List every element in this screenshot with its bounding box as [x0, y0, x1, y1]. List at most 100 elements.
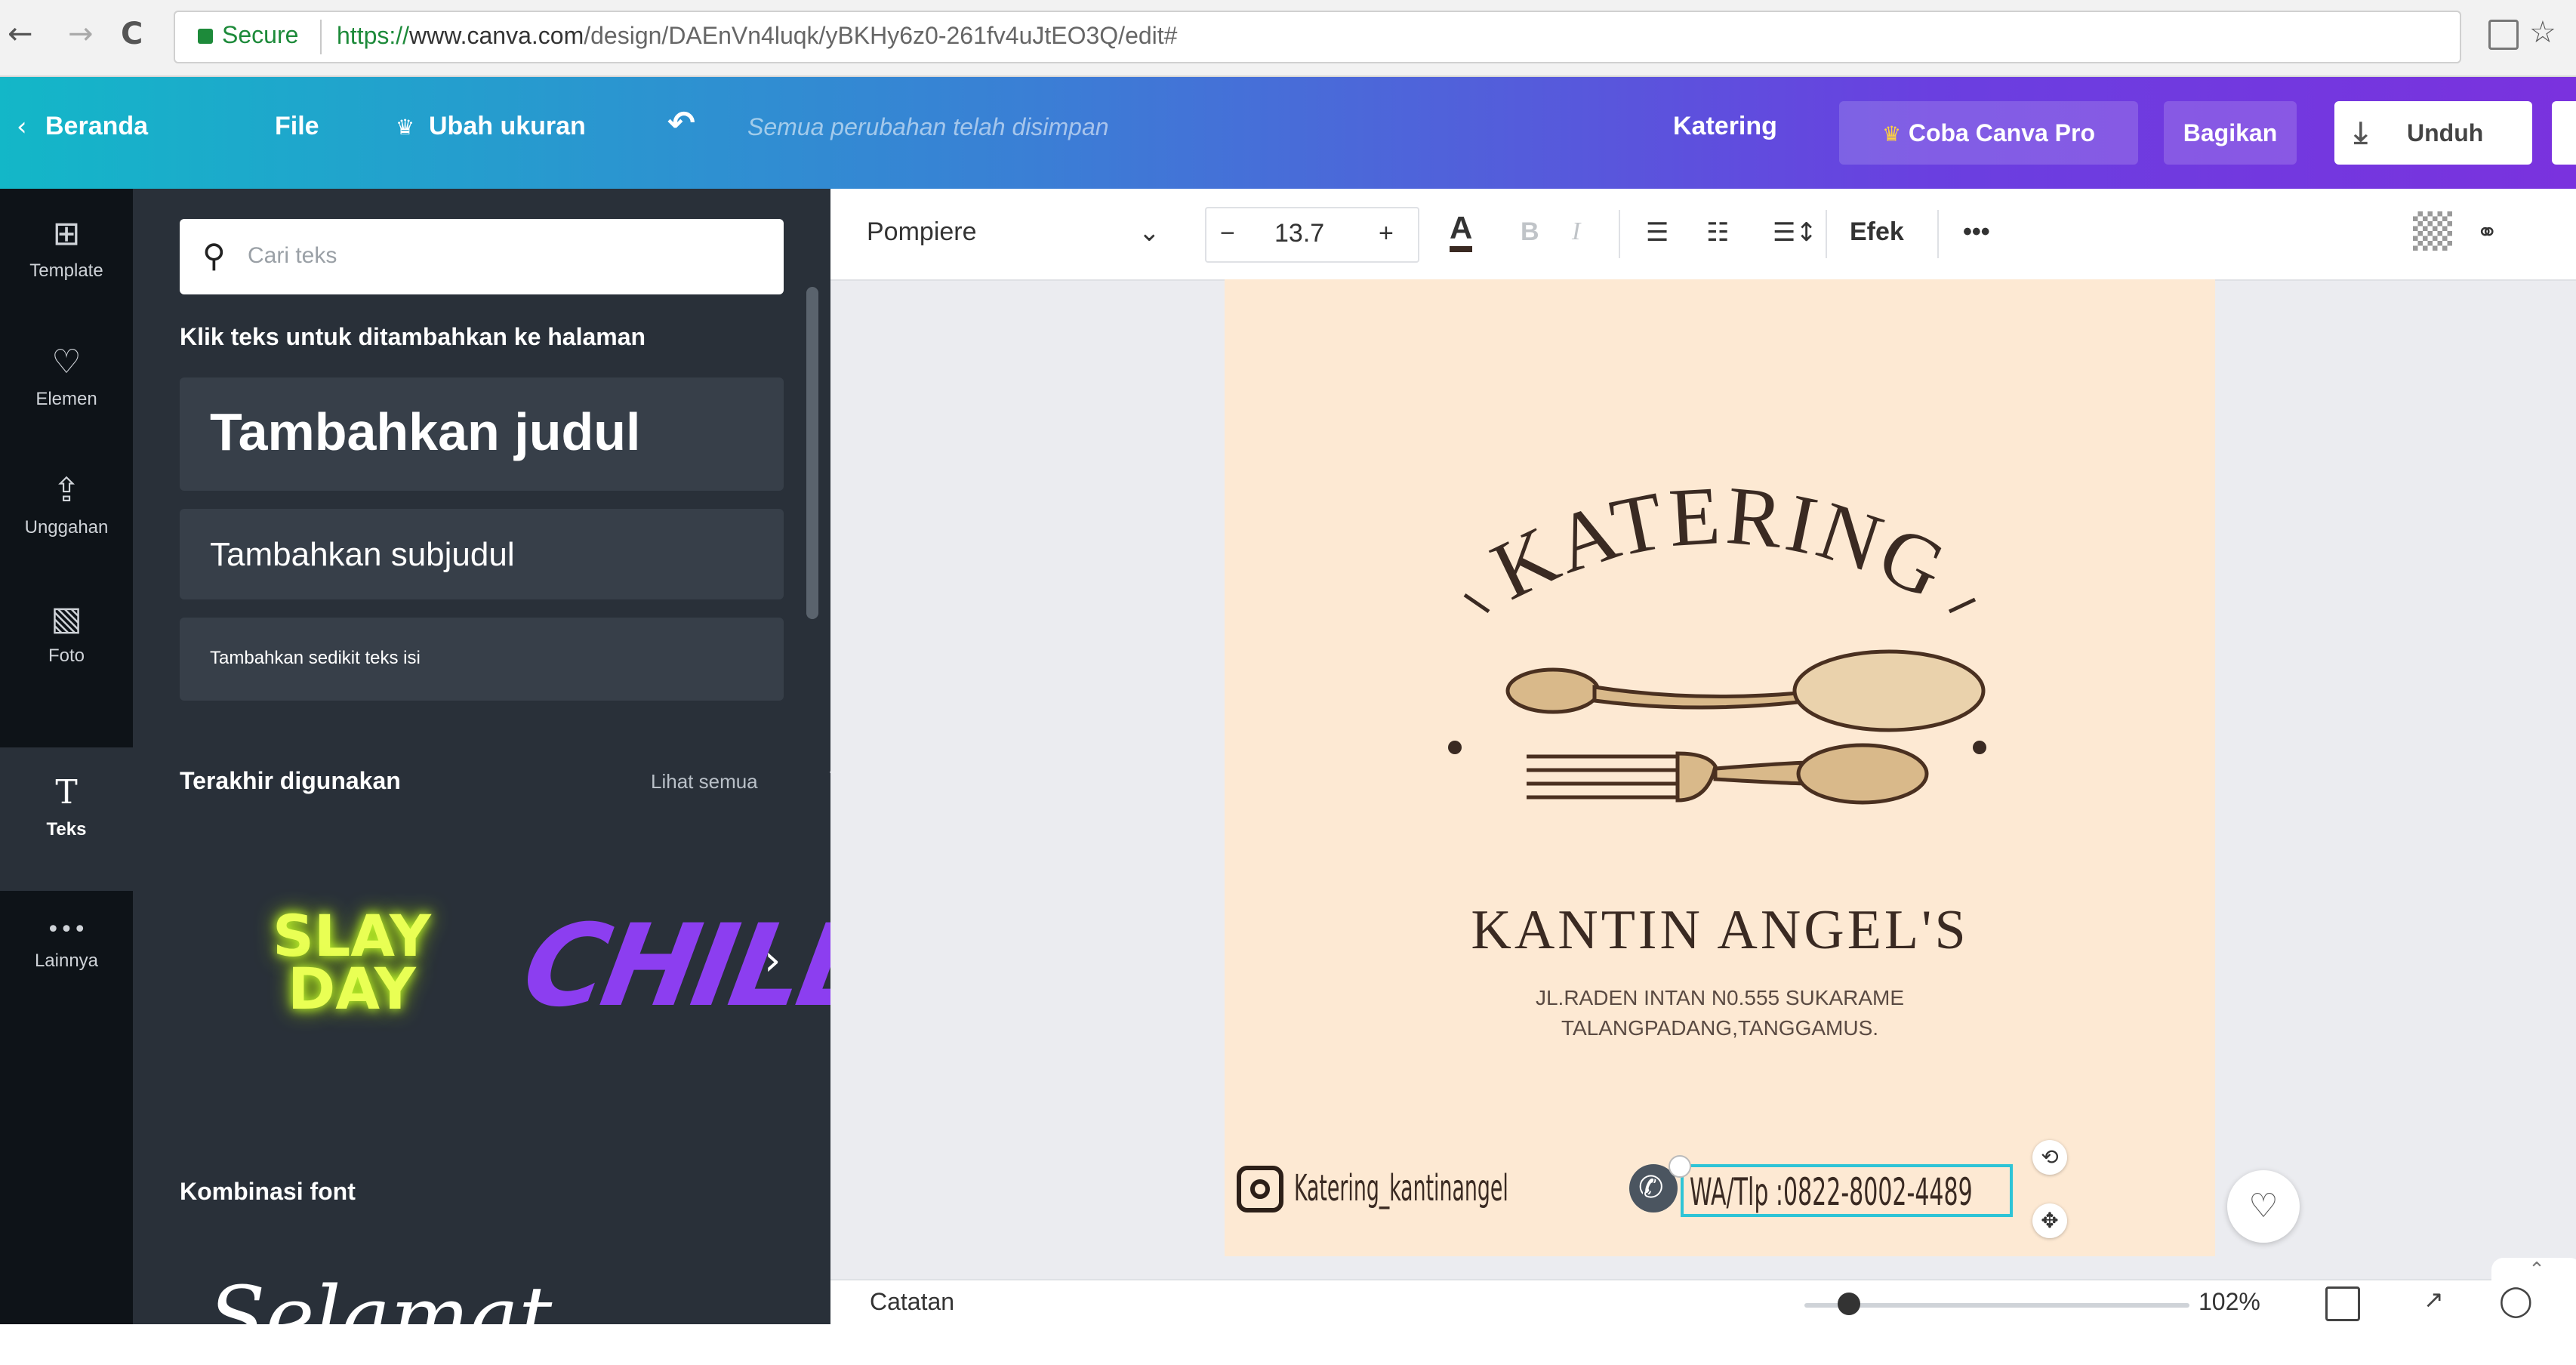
share-button[interactable]: Bagikan — [2164, 101, 2297, 165]
chevron-down-icon[interactable]: ⌄ — [1139, 217, 1160, 248]
effects-button[interactable]: Efek — [1850, 217, 1904, 247]
selected-text-box[interactable]: WA/Tlp :0822-8002-4489 — [1681, 1164, 2013, 1217]
design-title[interactable]: Katering — [1673, 112, 1777, 141]
expand-pages-tab[interactable]: ⌃ — [2491, 1258, 2576, 1285]
chevron-right-icon[interactable]: › — [764, 936, 781, 985]
save-status: Semua perubahan telah disimpan — [747, 113, 1109, 140]
help-icon[interactable]: ◯ — [2499, 1283, 2533, 1318]
text-search[interactable]: ⚲ Cari teks — [180, 219, 784, 294]
try-pro-button[interactable]: ♛ Coba Canva Pro — [1839, 101, 2138, 165]
font-family-select[interactable]: Pompiere — [867, 217, 977, 247]
business-name[interactable]: KANTIN ANGEL'S — [1225, 898, 2215, 963]
add-heading-button[interactable]: Tambahkan judul — [180, 377, 784, 491]
shapes-icon: ♡ — [51, 343, 82, 381]
browser-toolbar: ← → C Secure https://www.canva.com/desig… — [0, 0, 2576, 77]
upload-cloud-icon: ⇪ — [52, 471, 81, 510]
add-body-text-button[interactable]: Tambahkan sedikit teks isi — [180, 618, 784, 701]
toolbar-divider — [1937, 210, 1939, 258]
font-combo-preview[interactable]: Selamat — [208, 1268, 552, 1365]
link-icon[interactable]: ⚭ — [2476, 217, 2498, 248]
recent-text-style-slay-day[interactable]: SLAY DAY — [231, 907, 473, 1061]
text-color-button[interactable]: A — [1450, 210, 1473, 252]
text-panel: ⚲ Cari teks Klik teks untuk ditambahkan … — [133, 189, 879, 1365]
logo-artwork: KATERING — [1448, 469, 1986, 805]
notes-button[interactable]: Catatan — [870, 1288, 954, 1316]
font-size-stepper: − 13.7 + — [1205, 207, 1419, 263]
spoon-illustration — [1505, 649, 1986, 732]
transparency-icon[interactable] — [2413, 211, 2452, 251]
phone-number[interactable]: WA/Tlp :0822-8002-4489 — [1690, 1170, 1973, 1214]
decrease-font-size-button[interactable]: − — [1220, 219, 1235, 248]
instagram-handle[interactable]: Katering_kantinangel — [1294, 1167, 1508, 1209]
address-line-1[interactable]: JL.RADEN INTAN N0.555 SUKARAME — [1225, 986, 2215, 1010]
back-arrow-icon[interactable]: ← — [8, 17, 33, 51]
zoom-slider[interactable] — [1804, 1303, 2189, 1308]
fork-illustration — [1527, 743, 1929, 805]
zoom-level[interactable]: 102% — [2199, 1288, 2260, 1316]
dot-right — [1973, 741, 1986, 754]
comment-icon[interactable]: ♡ — [2227, 1170, 2300, 1243]
panel-instruction: Klik teks untuk ditambahkan ke halaman — [180, 323, 646, 350]
more-button[interactable] — [2552, 101, 2576, 165]
address-divider — [320, 20, 322, 54]
address-bar[interactable]: Secure https://www.canva.com/design/DAEn… — [174, 11, 2461, 63]
italic-button[interactable]: I — [1572, 217, 1580, 246]
toolbar-divider — [1619, 210, 1620, 258]
zoom-slider-knob[interactable] — [1838, 1293, 1860, 1315]
side-rail: ⊞ Template ♡ Elemen ⇪ Unggahan ▧ Foto T Teks … — [0, 189, 133, 1324]
dot-left — [1448, 741, 1462, 754]
address-line-2[interactable]: TALANGPADANG,TANGGAMUS. — [1225, 1016, 2215, 1040]
undo-icon[interactable]: ↶ — [667, 104, 695, 143]
crown-icon: ♛ — [1881, 122, 1909, 146]
bold-button[interactable]: B — [1521, 217, 1539, 247]
translate-icon[interactable] — [2488, 20, 2519, 50]
rail-more[interactable]: ••• Lainnya — [0, 891, 133, 1019]
reload-icon[interactable]: C — [121, 17, 143, 51]
secure-indicator[interactable]: Secure — [198, 21, 298, 49]
rail-uploads[interactable]: ⇪ Unggahan — [0, 445, 133, 574]
rotate-icon[interactable]: ⟲ — [2032, 1140, 2067, 1175]
search-input[interactable]: Cari teks — [248, 243, 337, 269]
text-toolbar: Pompiere ⌄ − 13.7 + A B I ☰ ☷ ☰↕ Efek ••… — [830, 189, 2576, 281]
page-grid-icon[interactable] — [2325, 1286, 2360, 1321]
add-subheading-button[interactable]: Tambahkan subjudul — [180, 509, 784, 599]
more-options-button[interactable]: ••• — [1963, 217, 1990, 247]
rail-template[interactable]: ⊞ Template — [0, 189, 133, 317]
rail-photos[interactable]: ▧ Foto — [0, 574, 133, 702]
resize-handle[interactable] — [1669, 1155, 1691, 1178]
home-link[interactable]: Beranda — [45, 112, 148, 141]
instagram-icon[interactable] — [1237, 1166, 1283, 1212]
editor-header: ‹ Beranda File ♛ Ubah ukuran ↶ Semua per… — [0, 77, 2576, 189]
download-icon: ⤓ — [2354, 116, 2368, 150]
list-icon[interactable]: ☷ — [1706, 217, 1729, 248]
file-menu[interactable]: File — [275, 112, 319, 141]
align-center-icon[interactable]: ☰ — [1646, 217, 1669, 248]
template-icon: ⊞ — [52, 214, 81, 253]
bookmark-star-icon[interactable]: ☆ — [2529, 15, 2556, 50]
see-all-link[interactable]: Lihat semua — [651, 770, 758, 793]
rail-text[interactable]: T Teks — [0, 747, 133, 891]
logo-title: KATERING — [1478, 469, 1962, 618]
panel-scrollbar[interactable] — [806, 287, 818, 619]
expand-icon[interactable]: ↗ — [2423, 1285, 2444, 1314]
resize-button[interactable]: Ubah ukuran — [429, 112, 586, 141]
download-button[interactable]: ⤓ Unduh — [2334, 101, 2532, 165]
search-icon: ⚲ — [202, 237, 226, 274]
text-icon: T — [55, 773, 78, 812]
bottom-bar: ⌃ Catatan 102% ↗ ◯ — [830, 1258, 2576, 1326]
lock-icon — [198, 29, 213, 44]
font-combos-heading: Kombinasi font — [180, 1178, 356, 1205]
url-text[interactable]: https://www.canva.com/design/DAEnVn4luqk… — [337, 22, 1177, 50]
forward-arrow-icon[interactable]: → — [68, 17, 94, 51]
recent-text-style-chill[interactable]: CHILL — [512, 891, 879, 1042]
spacing-icon[interactable]: ☰↕ — [1773, 217, 1817, 248]
design-page[interactable]: KATERING KANTIN ANGEL'S JL.RADEN INTAN N… — [1225, 279, 2215, 1256]
rail-elements[interactable]: ♡ Elemen — [0, 317, 133, 445]
font-size-input[interactable]: 13.7 — [1274, 219, 1324, 248]
increase-font-size-button[interactable]: + — [1379, 219, 1394, 248]
photo-icon: ▧ — [51, 599, 82, 638]
title-dash-right — [1948, 597, 1977, 614]
recent-heading: Terakhir digunakan — [180, 767, 401, 794]
move-icon[interactable]: ✥ — [2032, 1203, 2067, 1238]
toolbar-divider — [1826, 210, 1827, 258]
